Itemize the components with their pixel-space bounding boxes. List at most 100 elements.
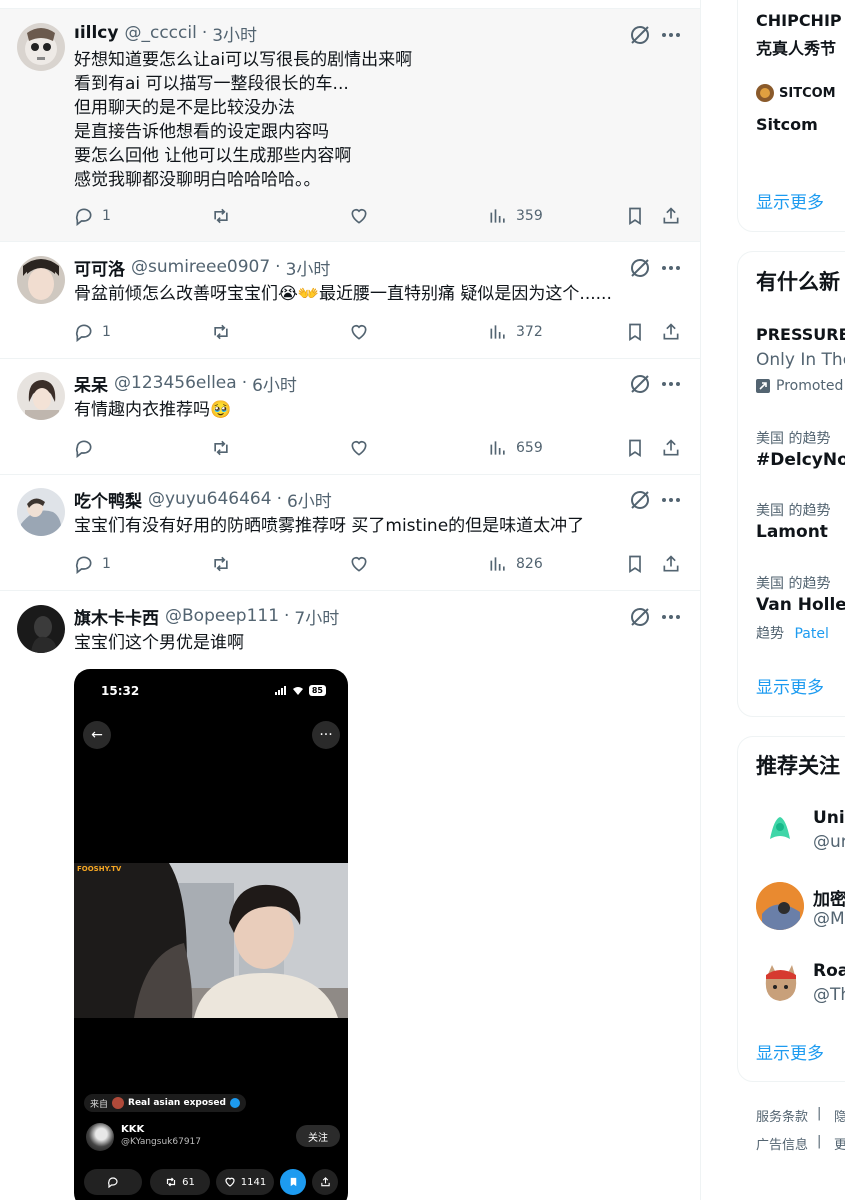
follow-suggestion-name[interactable]: 加密 — [813, 885, 845, 910]
trend-related-row: 趋势 Patel — [756, 623, 829, 643]
post-time[interactable]: 6小时 — [287, 487, 332, 512]
trend-related-link[interactable]: Patel — [794, 626, 828, 642]
more-options-icon[interactable] — [660, 606, 682, 628]
views-button[interactable]: 659 — [488, 436, 543, 460]
author-name[interactable]: 可可洛 — [74, 255, 125, 280]
avatar[interactable] — [756, 882, 804, 930]
trend-name[interactable]: #DelcyNoC — [756, 450, 845, 470]
bookmark-button[interactable] — [625, 436, 645, 460]
repost-button[interactable] — [211, 320, 239, 344]
show-more-link[interactable]: 显示更多 — [756, 673, 824, 698]
author-handle[interactable]: @yuyu646464 — [148, 489, 272, 509]
trend-context: 美国 的趋势 — [756, 503, 831, 519]
footer-privacy-link[interactable]: 隐 — [834, 1106, 845, 1125]
separator-dot: · — [241, 373, 248, 393]
more-options-icon[interactable] — [660, 489, 682, 511]
author-handle[interactable]: @_ccccil — [124, 23, 196, 43]
bookmark-button[interactable] — [625, 204, 645, 228]
avatar[interactable] — [17, 488, 65, 536]
share-button[interactable] — [661, 552, 681, 576]
post-header: ıillcy @_ccccil · 3小时 — [74, 21, 257, 46]
promoted-trend-title[interactable]: PRESSURE — [756, 325, 845, 344]
author-handle[interactable]: @sumireee0907 — [131, 257, 270, 277]
reply-count: 1 — [102, 556, 111, 572]
author-name[interactable]: 旗木卡卡西 — [74, 604, 159, 629]
reply-button[interactable]: 1 — [74, 552, 111, 576]
show-more-link[interactable]: 显示更多 — [756, 188, 824, 213]
reply-button[interactable]: 1 — [74, 320, 111, 344]
trend-name[interactable]: Van Hollen — [756, 595, 845, 615]
bookmark-icon — [629, 323, 641, 342]
views-button[interactable]: 826 — [488, 552, 543, 576]
separator-dot: · — [275, 257, 281, 277]
media-user-avatar — [86, 1123, 114, 1151]
author-name[interactable]: 吃个鸭梨 — [74, 487, 142, 512]
post[interactable]: 吃个鸭梨 @yuyu646464 · 6小时 宝宝们有没有好用的防晒喷雾推荐呀 … — [0, 475, 700, 591]
follow-suggestion-name[interactable]: Unip — [813, 808, 845, 828]
avatar[interactable] — [17, 372, 65, 420]
timeline-feed: ıillcy @_ccccil · 3小时 好想知道要怎么让ai可以写很長的剧情… — [0, 0, 701, 1200]
show-more-link[interactable]: 显示更多 — [756, 1039, 824, 1064]
views-button[interactable]: 359 — [488, 204, 543, 228]
repost-icon — [214, 208, 228, 224]
reply-button[interactable]: 1 — [74, 204, 111, 228]
repost-button[interactable] — [211, 436, 239, 460]
sitcom-subtitle[interactable]: Sitcom — [756, 115, 818, 134]
footer-terms-link[interactable]: 服务条款 — [756, 1106, 808, 1125]
post[interactable]: 呆呆 @123456ellea · 6小时 有情趣内衣推荐吗🥹 659 — [0, 359, 700, 475]
author-name[interactable]: ıillcy — [74, 23, 118, 43]
post[interactable]: ıillcy @_ccccil · 3小时 好想知道要怎么让ai可以写很長的剧情… — [0, 9, 700, 242]
trend-name[interactable]: Lamont — [756, 522, 828, 542]
bookmark-button[interactable] — [625, 552, 645, 576]
footer-more-link[interactable]: 更 — [834, 1134, 845, 1153]
grok-icon[interactable] — [628, 23, 652, 47]
post-text: 好想知道要怎么让ai可以写很長的剧情出来啊 看到有ai 可以描写一整段很长的车.… — [74, 50, 413, 190]
sitcom-account-row[interactable]: SITCOM — [756, 84, 836, 102]
avatar[interactable] — [17, 256, 65, 304]
author-handle[interactable]: @Bopeep111 — [165, 606, 279, 626]
grok-icon[interactable] — [628, 488, 652, 512]
phone-status-time: 15:32 — [101, 684, 140, 698]
author-handle[interactable]: @123456ellea — [114, 373, 237, 393]
post-time[interactable]: 7小时 — [294, 604, 339, 629]
card-line-2[interactable]: 克真人秀节 — [756, 35, 836, 59]
views-chart-icon — [490, 209, 505, 223]
reply-button[interactable] — [74, 436, 102, 460]
phone-system-icons: 85 — [274, 685, 326, 696]
heart-icon — [351, 440, 367, 456]
repost-button[interactable] — [211, 204, 239, 228]
heart-icon — [225, 1177, 235, 1187]
avatar[interactable] — [756, 959, 804, 1007]
battery-level: 85 — [308, 685, 326, 696]
post-time[interactable]: 6小时 — [252, 371, 297, 396]
grok-icon[interactable] — [628, 256, 652, 280]
repost-button[interactable] — [211, 552, 239, 576]
share-button[interactable] — [661, 320, 681, 344]
share-button[interactable] — [661, 436, 681, 460]
post-time[interactable]: 3小时 — [286, 255, 331, 280]
avatar[interactable] — [17, 23, 65, 71]
more-options-icon[interactable] — [660, 24, 682, 46]
more-options-icon[interactable] — [660, 373, 682, 395]
post[interactable]: 可可洛 @sumireee0907 · 3小时 骨盆前倾怎么改善呀宝宝们😭👐最近… — [0, 242, 700, 359]
card-line-1[interactable]: CHIPCHIP — [756, 11, 842, 30]
post-time[interactable]: 3小时 — [212, 21, 257, 46]
bookmark-button[interactable] — [625, 320, 645, 344]
post-media-image[interactable]: 15:32 85 ← ··· FOOSHY.TV 来自 Real asian e… — [74, 669, 348, 1200]
like-button[interactable] — [349, 320, 377, 344]
more-options-icon[interactable] — [660, 257, 682, 279]
share-button[interactable] — [661, 204, 681, 228]
promoted-trend-subtitle[interactable]: Only In The — [756, 350, 845, 370]
like-button[interactable] — [349, 204, 377, 228]
like-button[interactable] — [349, 436, 377, 460]
footer-ads-link[interactable]: 广告信息 — [756, 1134, 808, 1153]
avatar[interactable] — [17, 605, 65, 653]
views-button[interactable]: 372 — [488, 320, 543, 344]
bookmark-icon — [629, 555, 641, 574]
avatar[interactable] — [756, 805, 804, 853]
grok-icon[interactable] — [628, 605, 652, 629]
follow-suggestion-name[interactable]: Roa — [813, 961, 845, 981]
author-name[interactable]: 呆呆 — [74, 371, 108, 396]
like-button[interactable] — [349, 552, 377, 576]
grok-icon[interactable] — [628, 372, 652, 396]
